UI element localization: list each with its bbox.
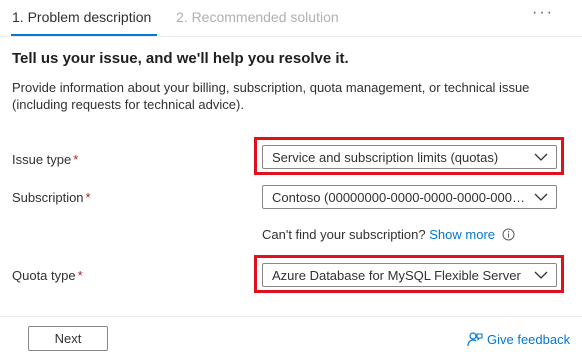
- issue-type-label: Issue type *: [12, 152, 78, 167]
- show-more-link[interactable]: Show more: [429, 227, 495, 242]
- info-icon[interactable]: [502, 228, 515, 241]
- required-marker: *: [85, 190, 91, 205]
- quota-type-label: Quota type *: [12, 268, 83, 283]
- quota-type-dropdown[interactable]: Azure Database for MySQL Flexible Server: [262, 263, 557, 287]
- helper-text: Can't find your subscription?: [262, 227, 426, 242]
- tab-recommended-solution[interactable]: 2. Recommended solution: [176, 9, 339, 25]
- required-marker: *: [77, 268, 83, 283]
- feedback-label: Give feedback: [487, 332, 571, 347]
- page-heading: Tell us your issue, and we'll help you r…: [12, 50, 349, 67]
- next-button[interactable]: Next: [28, 326, 108, 351]
- issue-type-dropdown[interactable]: Service and subscription limits (quotas): [262, 145, 557, 169]
- footer-divider: [0, 316, 582, 317]
- wizard-tabs: 1. Problem description 2. Recommended so…: [0, 0, 582, 36]
- chevron-down-icon: [534, 271, 548, 279]
- page-description: Provide information about your billing, …: [12, 80, 530, 112]
- subscription-label: Subscription *: [12, 190, 91, 205]
- subscription-value: Contoso (00000000-0000-0000-0000-0000...: [272, 190, 526, 205]
- subscription-label-text: Subscription: [12, 190, 84, 205]
- feedback-person-icon: [467, 332, 483, 347]
- issue-type-label-text: Issue type: [12, 152, 72, 167]
- give-feedback-link[interactable]: Give feedback: [467, 331, 570, 347]
- chevron-down-icon: [534, 193, 548, 201]
- issue-type-value: Service and subscription limits (quotas): [272, 150, 499, 165]
- quota-type-label-text: Quota type: [12, 268, 76, 283]
- more-options-icon[interactable]: ···: [532, 4, 554, 22]
- tabs-divider: [0, 36, 582, 37]
- quota-type-value: Azure Database for MySQL Flexible Server: [272, 268, 521, 283]
- subscription-helper: Can't find your subscription? Show more: [262, 227, 515, 242]
- tab-problem-description[interactable]: 1. Problem description: [12, 9, 151, 25]
- required-marker: *: [73, 152, 79, 167]
- subscription-dropdown[interactable]: Contoso (00000000-0000-0000-0000-0000...: [262, 185, 557, 209]
- chevron-down-icon: [534, 153, 548, 161]
